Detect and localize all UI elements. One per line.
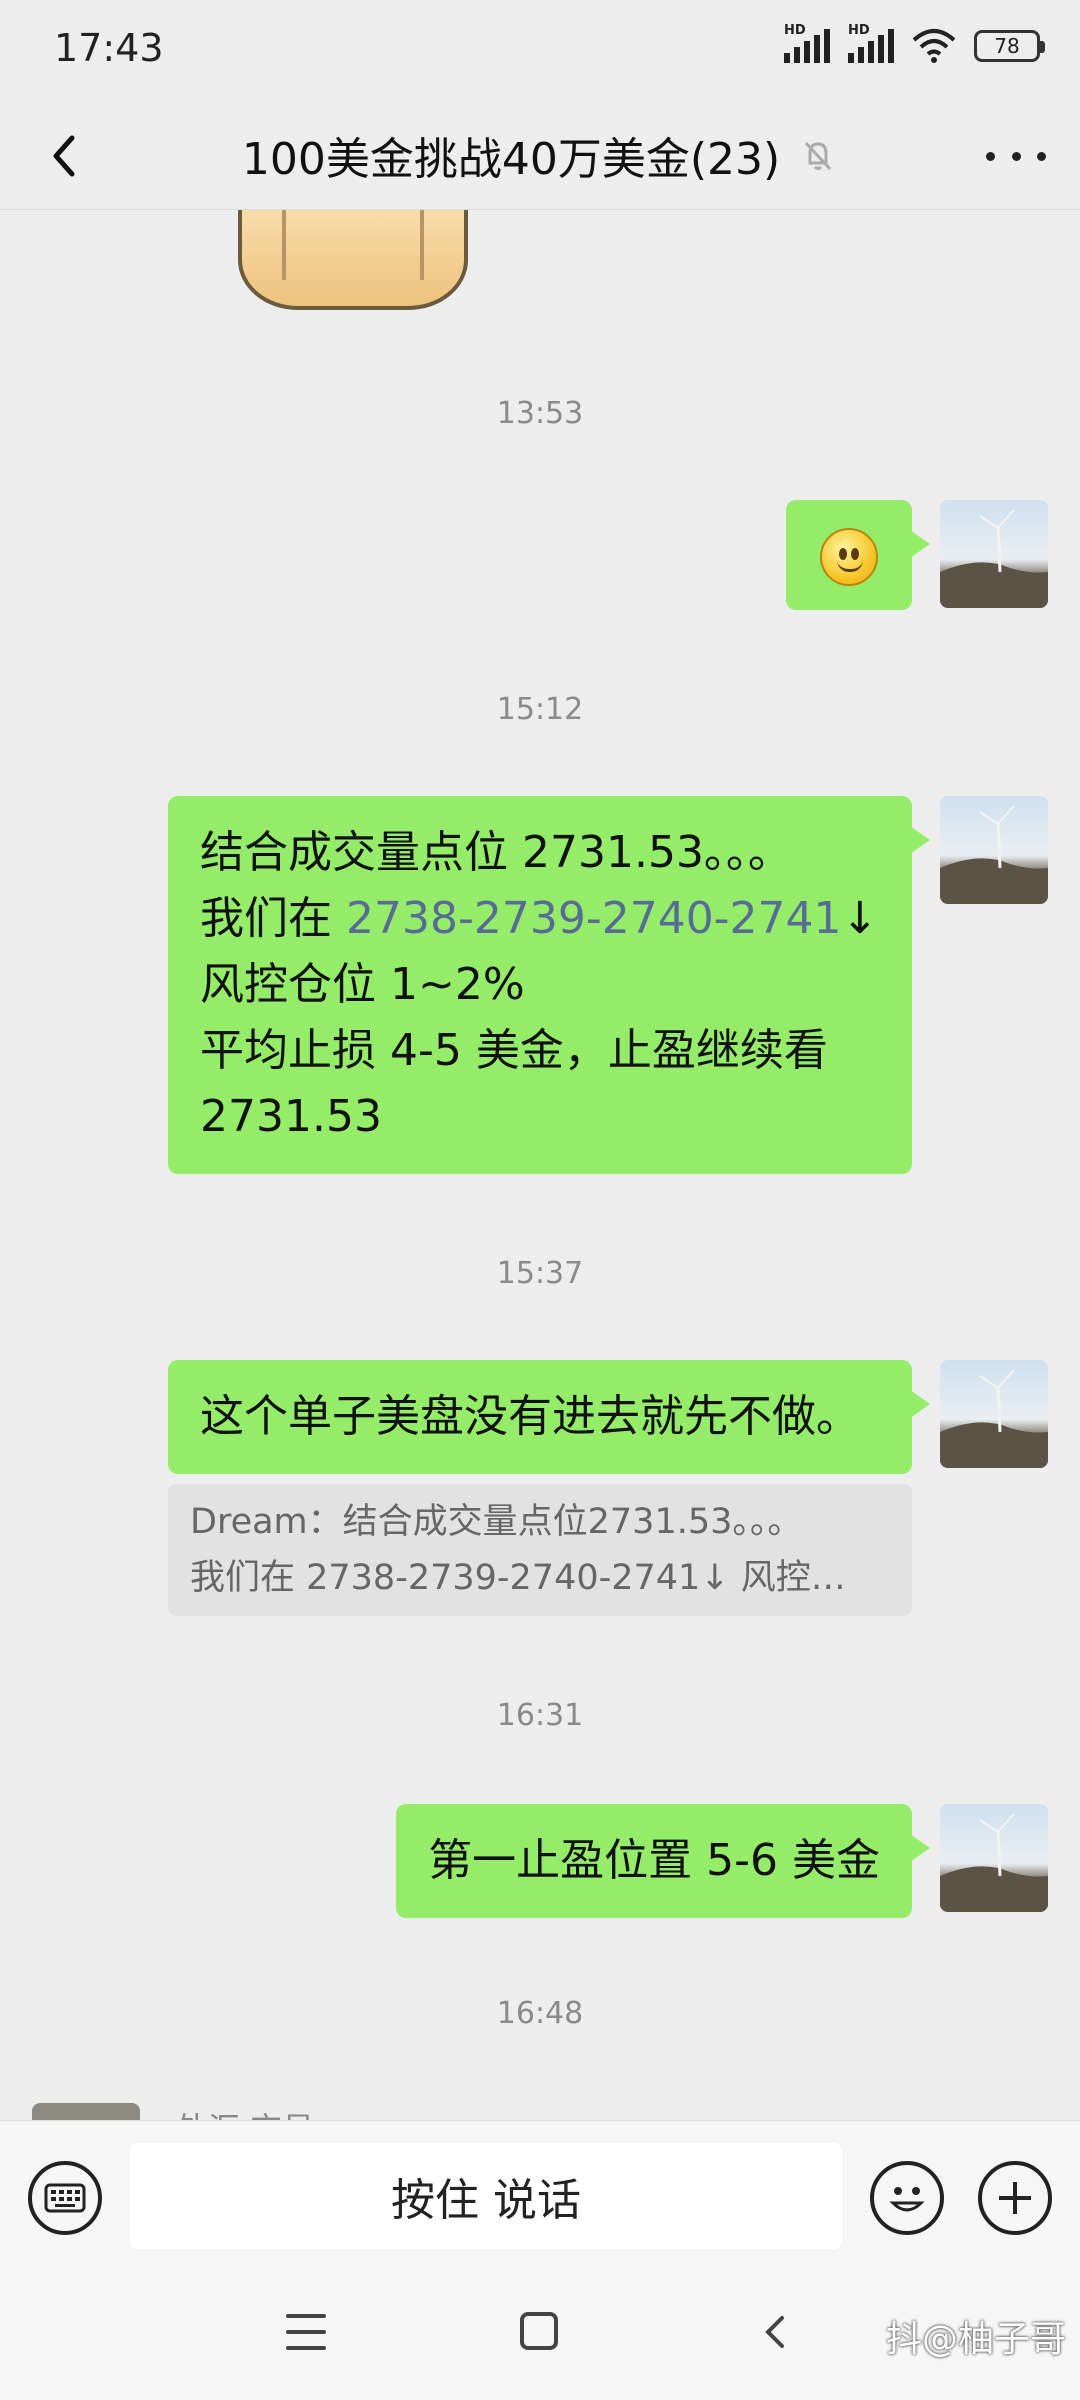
more-icon[interactable] <box>986 136 1046 176</box>
watermark: 抖@柚子哥 <box>885 2319 1066 2360</box>
arrow-text: ↓ <box>841 893 879 944</box>
message-line: 风控仓位 1~2% <box>200 959 525 1010</box>
menu-icon[interactable] <box>286 2314 326 2350</box>
timestamp: 16:48 <box>496 1996 584 2031</box>
timestamp: 15:37 <box>496 1256 584 1291</box>
emoji-message-bubble[interactable] <box>786 500 930 610</box>
timestamp: 13:53 <box>496 396 584 431</box>
message-text: 我们在 <box>200 893 346 944</box>
avatar[interactable] <box>940 500 1048 608</box>
message-text: 第一止盈位置 5-6 美金 <box>428 1835 880 1886</box>
message-line: 我们在 2738-2739-2740-2741↓ <box>200 886 880 952</box>
quote-line: Dream：结合成交量点位2731.53。。。 <box>190 1502 803 1542</box>
text-message-bubble[interactable]: 第一止盈位置 5-6 美金 <box>396 1804 930 1918</box>
nav-back-icon[interactable] <box>756 2312 796 2352</box>
hold-to-talk-button[interactable]: 按住 说话 <box>130 2143 842 2249</box>
avatar[interactable] <box>940 796 1048 904</box>
message-line: 2731.53 <box>200 1091 382 1142</box>
battery-icon: 78 <box>974 30 1045 62</box>
quote-line: 我们在 2738-2739-2740-2741↓ 风控… <box>190 1558 846 1598</box>
avatar[interactable] <box>940 1804 1048 1912</box>
sender-name: 外汇 交易 <box>176 2104 314 2120</box>
number-link[interactable]: 2738-2739-2740-2741 <box>346 893 842 944</box>
emoji-button[interactable] <box>870 2161 944 2235</box>
text-message-bubble[interactable]: 这个单子美盘没有进去就先不做。 <box>168 1360 930 1474</box>
home-icon[interactable] <box>520 2312 558 2350</box>
status-time: 17:43 <box>54 26 164 70</box>
keyboard-icon <box>44 2183 86 2213</box>
network-type-label-2: HD <box>848 23 870 38</box>
network-type-label: HD <box>784 23 806 38</box>
message-text: 这个单子美盘没有进去就先不做。 <box>200 1391 860 1442</box>
smiley-icon <box>889 2187 925 2212</box>
wind-turbine-icon <box>940 1369 1048 1468</box>
message-line: 结合成交量点位 2731.53。。。 <box>200 827 792 878</box>
system-nav-bar: 抖@柚子哥 <box>0 2270 1080 2400</box>
title-wrap: 100美金挑战40万美金(23) <box>0 100 1080 210</box>
message-list[interactable]: 13:53 15:12 结合成交量点位 2731.53。。。 我们在 2738-… <box>0 210 1080 2120</box>
avatar[interactable] <box>940 1360 1048 1468</box>
input-bar: 按住 说话 <box>0 2120 1080 2270</box>
wind-turbine-icon <box>940 509 1048 608</box>
sticker-message[interactable] <box>238 210 468 310</box>
message-line: 平均止损 4-5 美金，止盈继续看 <box>200 1025 828 1076</box>
more-functions-button[interactable] <box>978 2161 1052 2235</box>
status-bar: 17:43 HD HD 78 <box>0 0 1080 100</box>
quoted-reply[interactable]: Dream：结合成交量点位2731.53。。。 我们在 2738-2739-27… <box>168 1484 912 1616</box>
chat-header: 100美金挑战40万美金(23) <box>0 100 1080 210</box>
sender-avatar[interactable] <box>32 2103 140 2120</box>
status-icons: HD HD 78 <box>784 23 1045 64</box>
wifi-icon <box>912 29 956 63</box>
timestamp: 15:12 <box>496 692 584 727</box>
signal-icon: HD <box>784 23 830 63</box>
signal-icon-2: HD <box>848 23 894 63</box>
battery-level: 78 <box>994 34 1020 58</box>
timestamp: 16:31 <box>496 1698 584 1733</box>
wind-turbine-icon <box>940 805 1048 904</box>
keyboard-toggle-button[interactable] <box>28 2161 102 2235</box>
chat-title[interactable]: 100美金挑战40万美金(23) <box>242 123 780 187</box>
smile-emoji-icon <box>820 528 878 586</box>
wind-turbine-icon <box>940 1813 1048 1912</box>
plus-icon <box>999 2182 1031 2214</box>
mute-bell-icon <box>805 141 832 171</box>
text-message-bubble[interactable]: 结合成交量点位 2731.53。。。 我们在 2738-2739-2740-27… <box>168 796 930 1174</box>
